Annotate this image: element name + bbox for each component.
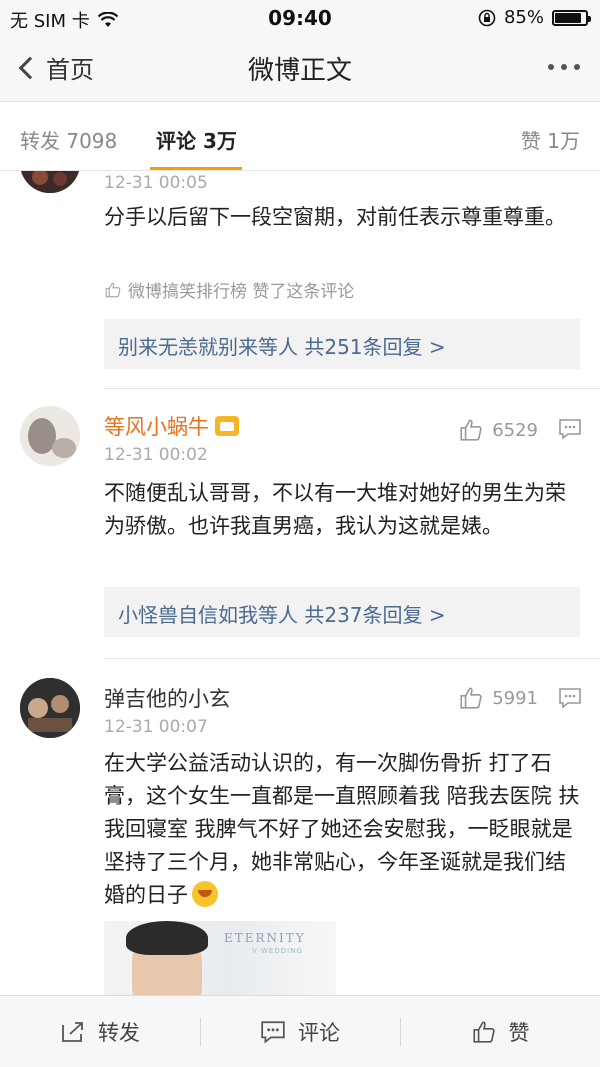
comment-list[interactable]: 12-31 00:05 分手以后留下一段空窗期，对前任表示尊重尊重。 微博搞笑排… (0, 171, 600, 995)
comment-icon (559, 419, 581, 440)
reply-summary[interactable]: 别来无恙就别来等人 共251条回复 > (104, 319, 580, 369)
bottom-toolbar: 转发 评论 赞 (0, 995, 600, 1067)
thumbs-up-icon (460, 687, 482, 709)
username-text: 等风小蜗牛 (104, 415, 209, 439)
liked-by-text: 微博搞笑排行榜 赞了这条评论 (128, 282, 355, 302)
comment-time: 12-31 00:07 (104, 717, 208, 737)
avatar[interactable] (20, 406, 80, 466)
laughing-emoji-icon (192, 881, 218, 907)
reply-summary[interactable]: 小怪兽自信如我等人 共237条回复 > (104, 587, 580, 637)
comment-icon (261, 1021, 285, 1044)
like-count: 5991 (492, 687, 538, 709)
thumbs-up-icon (105, 282, 121, 297)
like-button[interactable]: 赞 (400, 996, 600, 1067)
avatar-image (20, 678, 80, 738)
avatar[interactable] (20, 678, 80, 738)
comment-time: 12-31 00:05 (104, 173, 208, 193)
more-dot (574, 64, 580, 70)
rotation-lock-icon (478, 9, 496, 26)
comment-button[interactable]: 评论 (200, 996, 400, 1067)
more-dot (561, 64, 567, 70)
comment-text: 分手以后留下一段空窗期，对前任表示尊重尊重。 (104, 205, 566, 229)
reply-button[interactable] (558, 687, 582, 713)
like-count: 6529 (492, 419, 538, 441)
tab-like[interactable]: 赞 1万 (521, 125, 580, 154)
status-right: 85% (478, 7, 591, 28)
thumbs-up-icon (460, 419, 482, 441)
avatar-image (20, 406, 80, 466)
like-button[interactable]: 6529 (458, 417, 538, 443)
battery-icon (552, 9, 591, 26)
liked-by[interactable]: 微博搞笑排行榜 赞了这条评论 (104, 277, 354, 302)
reply-button[interactable] (558, 418, 582, 444)
repost-label: 转发 (98, 1021, 140, 1045)
comment-item: 等风小蜗牛 12-31 00:02 6529 不随便乱认哥哥，不以有一大堆对她好… (0, 389, 600, 659)
comment-username[interactable]: 弹吉他的小玄 (104, 683, 230, 713)
more-icon[interactable] (548, 64, 580, 70)
status-bar: 无 SIM 卡 09:40 85% (0, 0, 600, 36)
comment-username[interactable]: 等风小蜗牛 (104, 411, 239, 441)
photo-brand-text: ETERNITY (224, 931, 306, 945)
tab-repost[interactable]: 转发 7098 (20, 125, 117, 154)
comment-item: 弹吉他的小玄 12-31 00:07 5991 在大学公益活动认识的，有一次脚伤… (0, 659, 600, 995)
battery-percent: 85% (503, 7, 544, 28)
repost-button[interactable]: 转发 (0, 996, 200, 1067)
like-label: 赞 (508, 1021, 530, 1045)
tab-bar: 转发 7098 评论 3万 赞 1万 (0, 103, 600, 171)
comment-text: 不随便乱认哥哥，不以有一大堆对她好的男生为荣为骄傲。也许我直男癌，我认为这就是婊… (104, 481, 566, 538)
comment-item: 12-31 00:05 分手以后留下一段空窗期，对前任表示尊重尊重。 微博搞笑排… (0, 171, 600, 389)
comment-text: 在大学公益活动认识的，有一次脚伤骨折 打了石膏，这个女生一直都是一直照顾着我 陪… (104, 747, 584, 912)
comment-text-content: 在大学公益活动认识的，有一次脚伤骨折 打了石膏，这个女生一直都是一直照顾着我 陪… (104, 751, 580, 907)
page-title: 微博正文 (247, 56, 352, 86)
photo-brand-subtext: V·WEDDING (252, 947, 303, 955)
tab-comment[interactable]: 评论 3万 (156, 125, 237, 154)
more-dot (548, 64, 554, 70)
thumbs-up-icon (472, 1021, 495, 1043)
comment-icon (559, 688, 581, 709)
battery-fill (555, 12, 581, 23)
nav-bar: 首页 微博正文 (0, 36, 600, 102)
like-button[interactable]: 5991 (458, 685, 538, 711)
avatar[interactable] (20, 171, 80, 193)
tab-active-indicator (150, 167, 242, 170)
member-badge-icon (215, 416, 239, 436)
comment-time: 12-31 00:02 (104, 445, 208, 465)
comment-label: 评论 (298, 1021, 340, 1045)
share-icon (62, 1022, 83, 1042)
comment-image[interactable]: ETERNITY V·WEDDING (104, 921, 336, 995)
avatar-image (20, 171, 80, 193)
photo-hair (126, 921, 208, 955)
